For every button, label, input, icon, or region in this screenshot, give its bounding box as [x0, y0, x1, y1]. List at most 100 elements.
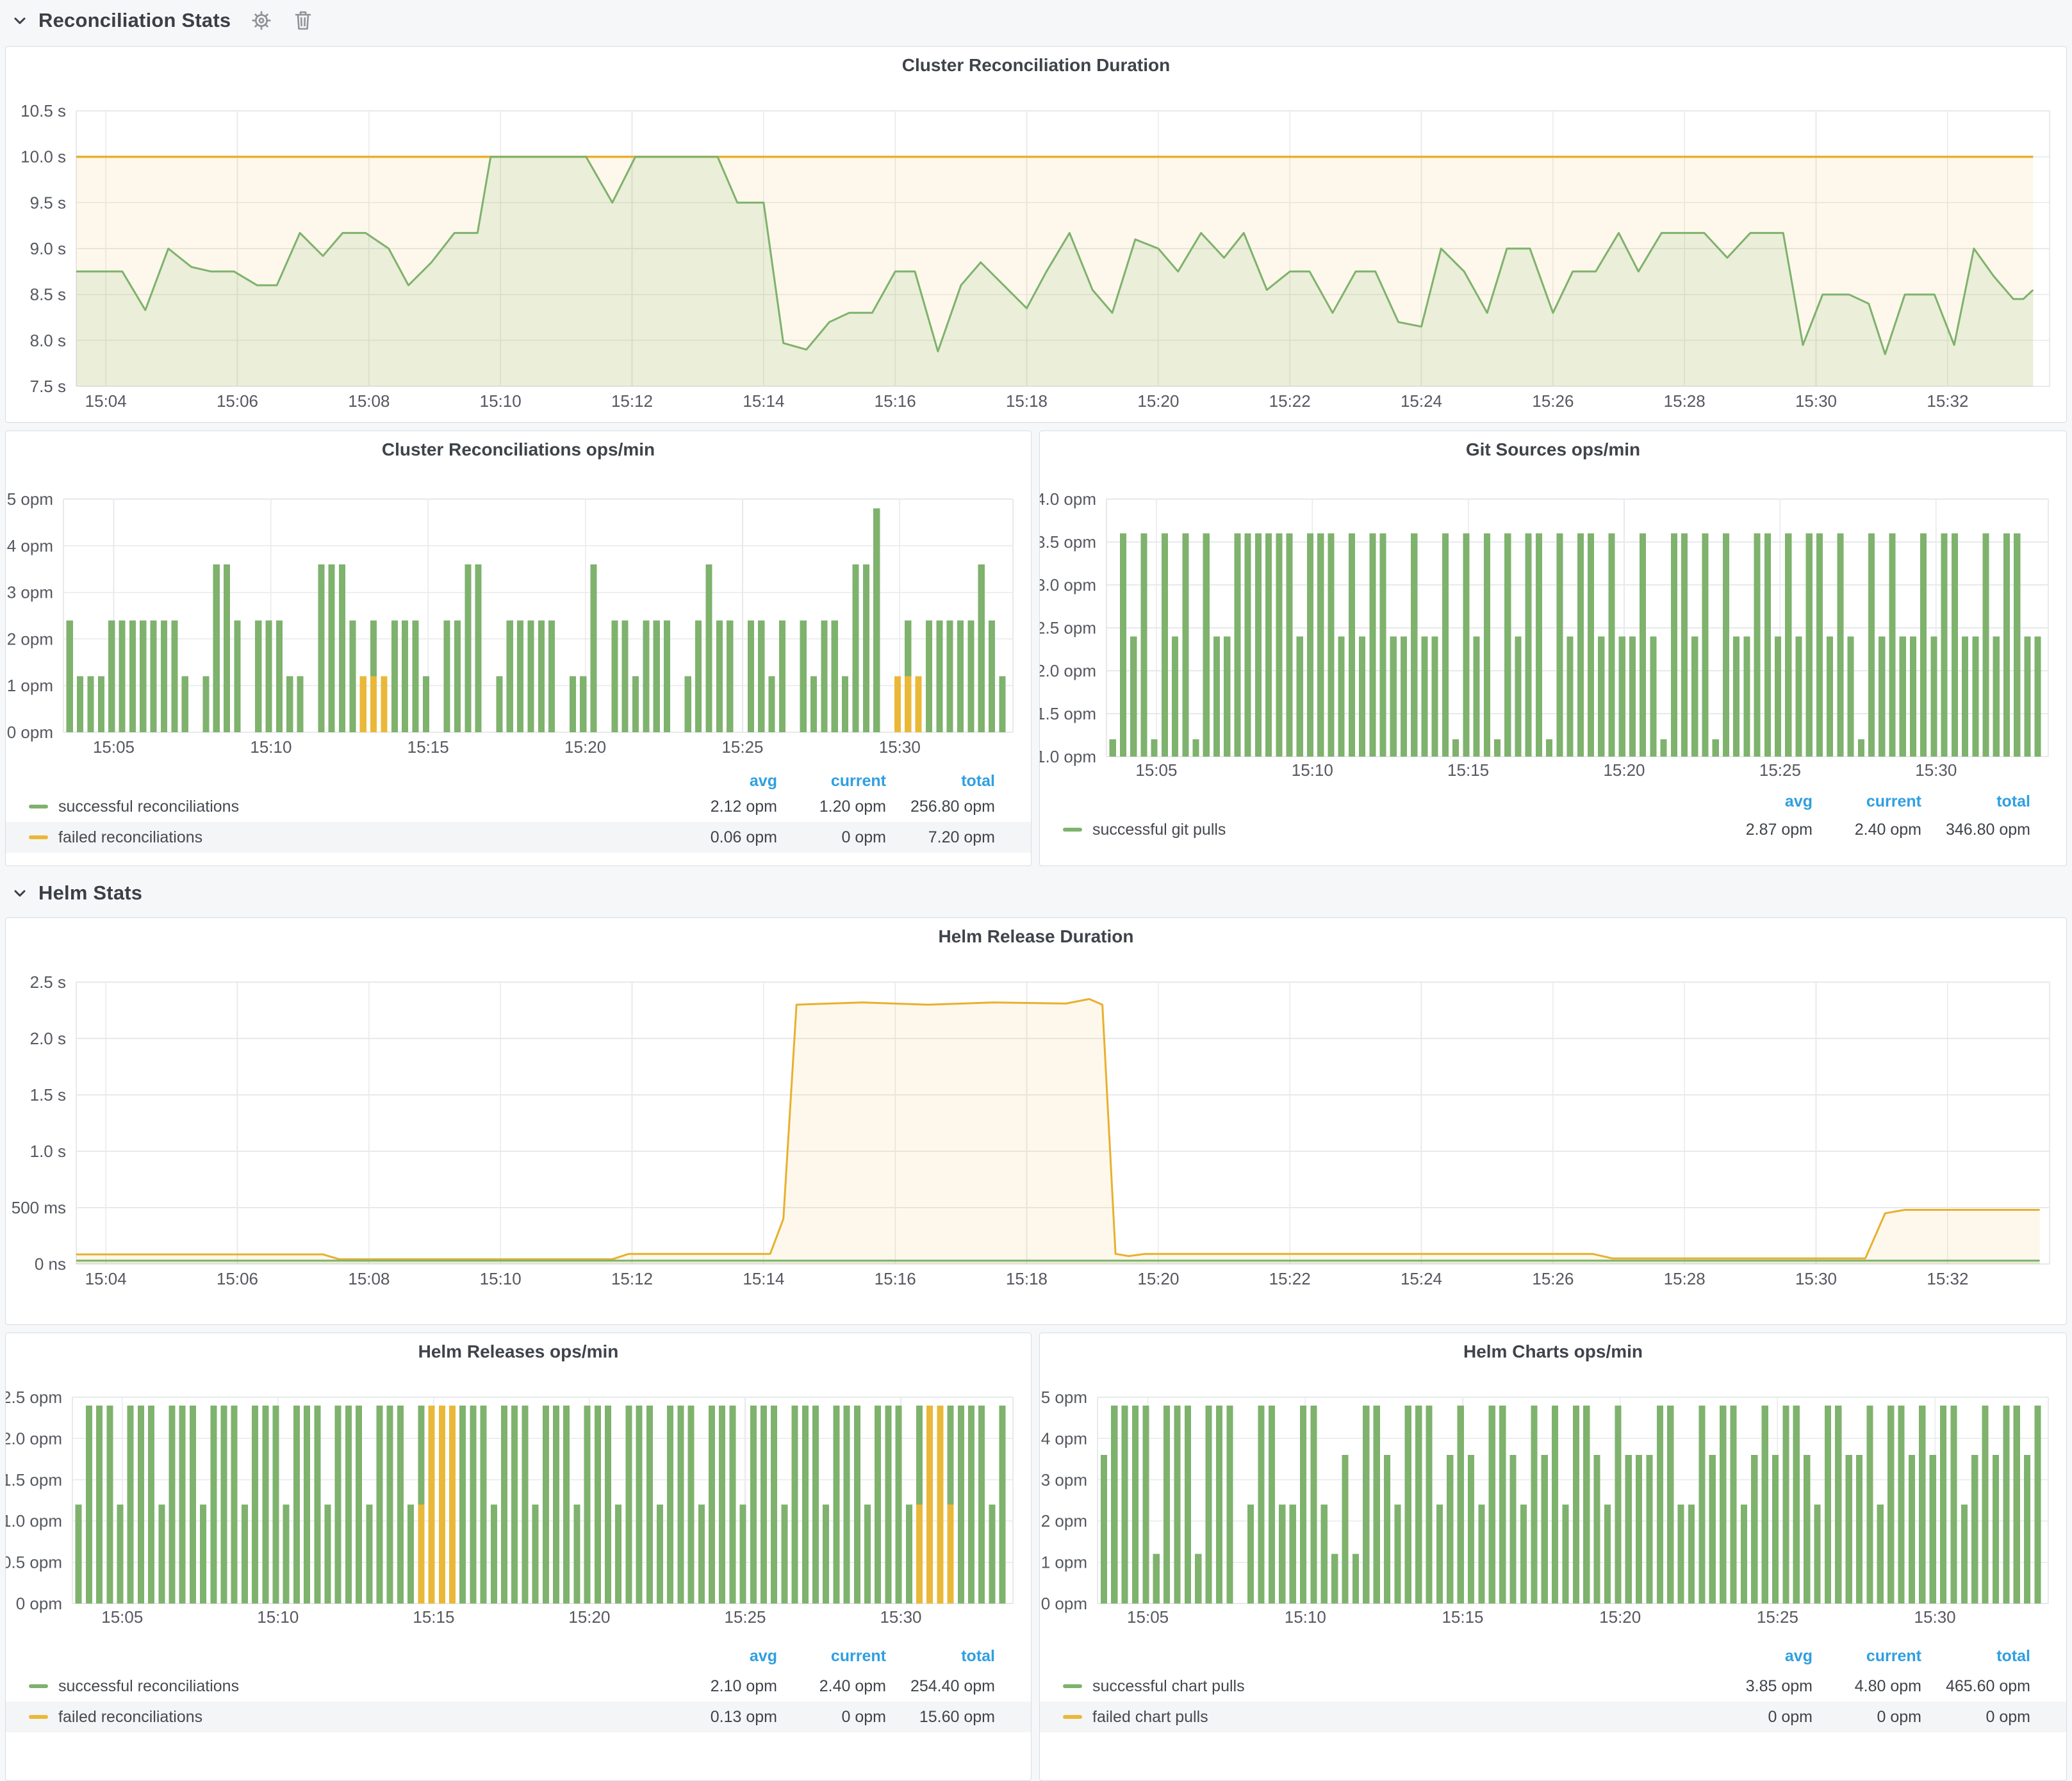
svg-text:15:30: 15:30: [1795, 1269, 1837, 1288]
svg-text:2.5 opm: 2.5 opm: [1040, 618, 1096, 637]
legend-sort-current[interactable]: current: [777, 772, 886, 791]
svg-text:15:05: 15:05: [1127, 1607, 1169, 1627]
svg-text:15:20: 15:20: [568, 1607, 610, 1627]
panel-title[interactable]: Cluster Reconciliations ops/min: [6, 431, 1031, 468]
svg-text:15:26: 15:26: [1532, 1269, 1574, 1288]
svg-text:15:16: 15:16: [875, 1269, 916, 1288]
chevron-down-icon[interactable]: [12, 13, 28, 28]
legend-current-value: 4.80 opm: [1813, 1677, 1921, 1696]
svg-text:5 opm: 5 opm: [7, 489, 53, 509]
svg-text:15:10: 15:10: [250, 737, 292, 757]
svg-text:15:25: 15:25: [1759, 760, 1801, 780]
svg-text:15:12: 15:12: [611, 391, 653, 411]
svg-text:15:30: 15:30: [1914, 1607, 1956, 1627]
svg-text:2.5 opm: 2.5 opm: [6, 1388, 62, 1407]
cluster-reconciliation-duration-chart[interactable]: 10.5 s10.0 s9.5 s9.0 s8.5 s8.0 s7.5 s15:…: [6, 47, 2066, 422]
panel-title[interactable]: Git Sources ops/min: [1040, 431, 2066, 468]
legend-total-value: 465.60 opm: [1921, 1677, 2030, 1696]
svg-text:15:05: 15:05: [93, 737, 135, 757]
panel-title[interactable]: Helm Charts ops/min: [1040, 1333, 2066, 1370]
legend-total-value: 15.60 opm: [886, 1708, 995, 1727]
legend-item-label[interactable]: failed reconciliations: [58, 828, 668, 847]
legend-sort-total[interactable]: total: [1921, 792, 2030, 811]
legend-item-label[interactable]: successful reconciliations: [58, 1677, 668, 1696]
svg-text:10.5 s: 10.5 s: [21, 101, 66, 120]
legend-item-label[interactable]: successful git pulls: [1092, 821, 1704, 839]
svg-text:15:04: 15:04: [85, 391, 127, 411]
gear-icon[interactable]: [250, 9, 273, 32]
svg-text:15:14: 15:14: [743, 1269, 784, 1288]
svg-text:1.0 opm: 1.0 opm: [6, 1511, 62, 1531]
svg-text:500 ms: 500 ms: [12, 1198, 66, 1217]
svg-text:3 opm: 3 opm: [1041, 1470, 1087, 1490]
legend-item-label[interactable]: successful reconciliations: [58, 798, 668, 816]
svg-text:15:20: 15:20: [1137, 1269, 1179, 1288]
legend-item-label[interactable]: successful chart pulls: [1092, 1677, 1704, 1696]
svg-text:15:04: 15:04: [85, 1269, 127, 1288]
section-header-helm-stats: Helm Stats: [0, 873, 142, 914]
legend-row: successful chart pulls3.85 opm4.80 opm46…: [1040, 1671, 2066, 1702]
legend-sort-avg[interactable]: avg: [668, 1647, 777, 1666]
legend-row: successful reconciliations2.10 opm2.40 o…: [6, 1671, 1031, 1702]
legend-sort-avg[interactable]: avg: [1704, 792, 1813, 811]
svg-text:3.0 opm: 3.0 opm: [1040, 575, 1096, 595]
svg-text:1.0 opm: 1.0 opm: [1040, 747, 1096, 766]
legend-current-value: 1.20 opm: [777, 798, 886, 816]
series-color-dash: [29, 1684, 48, 1688]
legend-total-value: 7.20 opm: [886, 828, 995, 847]
chevron-down-icon[interactable]: [12, 886, 28, 900]
svg-text:15:24: 15:24: [1401, 1269, 1442, 1288]
svg-text:15:15: 15:15: [1447, 760, 1489, 780]
legend-item-label[interactable]: failed reconciliations: [58, 1708, 668, 1727]
legend-item-label[interactable]: failed chart pulls: [1092, 1708, 1704, 1727]
svg-text:15:22: 15:22: [1269, 391, 1311, 411]
svg-text:15:10: 15:10: [1285, 1607, 1326, 1627]
svg-text:1 opm: 1 opm: [1041, 1553, 1087, 1572]
svg-text:0 opm: 0 opm: [16, 1594, 62, 1613]
svg-text:7.5 s: 7.5 s: [30, 377, 66, 396]
section-header-reconciliation-stats: Reconciliation Stats: [0, 0, 314, 41]
legend-current-value: 0 opm: [1813, 1708, 1921, 1727]
svg-text:15:15: 15:15: [413, 1607, 454, 1627]
svg-text:3 opm: 3 opm: [7, 583, 53, 602]
panel-cluster-reconciliations-opm: Cluster Reconciliations ops/min 5 opm4 o…: [5, 431, 1032, 866]
legend-avg-value: 0.13 opm: [668, 1708, 777, 1727]
svg-text:15:32: 15:32: [1927, 391, 1968, 411]
series-color-dash: [1063, 1684, 1082, 1688]
legend-avg-value: 2.87 opm: [1704, 821, 1813, 839]
svg-text:0 ns: 0 ns: [35, 1254, 66, 1274]
legend-sort-current[interactable]: current: [777, 1647, 886, 1666]
panel-title[interactable]: Helm Release Duration: [6, 918, 2066, 955]
section-title[interactable]: Helm Stats: [38, 882, 142, 905]
panel-helm-releases-opm: Helm Releases ops/min 2.5 opm2.0 opm1.5 …: [5, 1333, 1032, 1781]
legend-sort-total[interactable]: total: [886, 772, 995, 791]
legend-sort-avg[interactable]: avg: [1704, 1647, 1813, 1666]
series-color-dash: [1063, 828, 1082, 832]
svg-text:15:10: 15:10: [257, 1607, 299, 1627]
svg-text:4 opm: 4 opm: [1041, 1429, 1087, 1448]
svg-text:15:25: 15:25: [724, 1607, 766, 1627]
svg-text:15:32: 15:32: [1927, 1269, 1968, 1288]
legend-sort-current[interactable]: current: [1813, 792, 1921, 811]
svg-text:15:06: 15:06: [217, 1269, 258, 1288]
svg-text:1.5 opm: 1.5 opm: [6, 1470, 62, 1490]
legend-total-value: 346.80 opm: [1921, 821, 2030, 839]
svg-text:15:18: 15:18: [1006, 1269, 1048, 1288]
svg-text:10.0 s: 10.0 s: [21, 147, 66, 167]
helm-release-duration-chart[interactable]: 2.5 s2.0 s1.5 s1.0 s500 ms0 ns15:0415:06…: [6, 918, 2066, 1324]
legend-sort-current[interactable]: current: [1813, 1647, 1921, 1666]
trash-icon[interactable]: [292, 9, 314, 32]
svg-text:15:12: 15:12: [611, 1269, 653, 1288]
legend-sort-total[interactable]: total: [886, 1647, 995, 1666]
legend-sort-avg[interactable]: avg: [668, 772, 777, 791]
legend-total-value: 254.40 opm: [886, 1677, 995, 1696]
svg-text:15:10: 15:10: [480, 391, 522, 411]
svg-text:8.5 s: 8.5 s: [30, 285, 66, 304]
panel-title[interactable]: Helm Releases ops/min: [6, 1333, 1031, 1370]
panel-title[interactable]: Cluster Reconciliation Duration: [6, 47, 2066, 84]
section-title[interactable]: Reconciliation Stats: [38, 9, 231, 32]
svg-text:15:24: 15:24: [1401, 391, 1442, 411]
svg-text:2 opm: 2 opm: [7, 629, 53, 648]
legend-sort-total[interactable]: total: [1921, 1647, 2030, 1666]
svg-text:15:06: 15:06: [217, 391, 258, 411]
